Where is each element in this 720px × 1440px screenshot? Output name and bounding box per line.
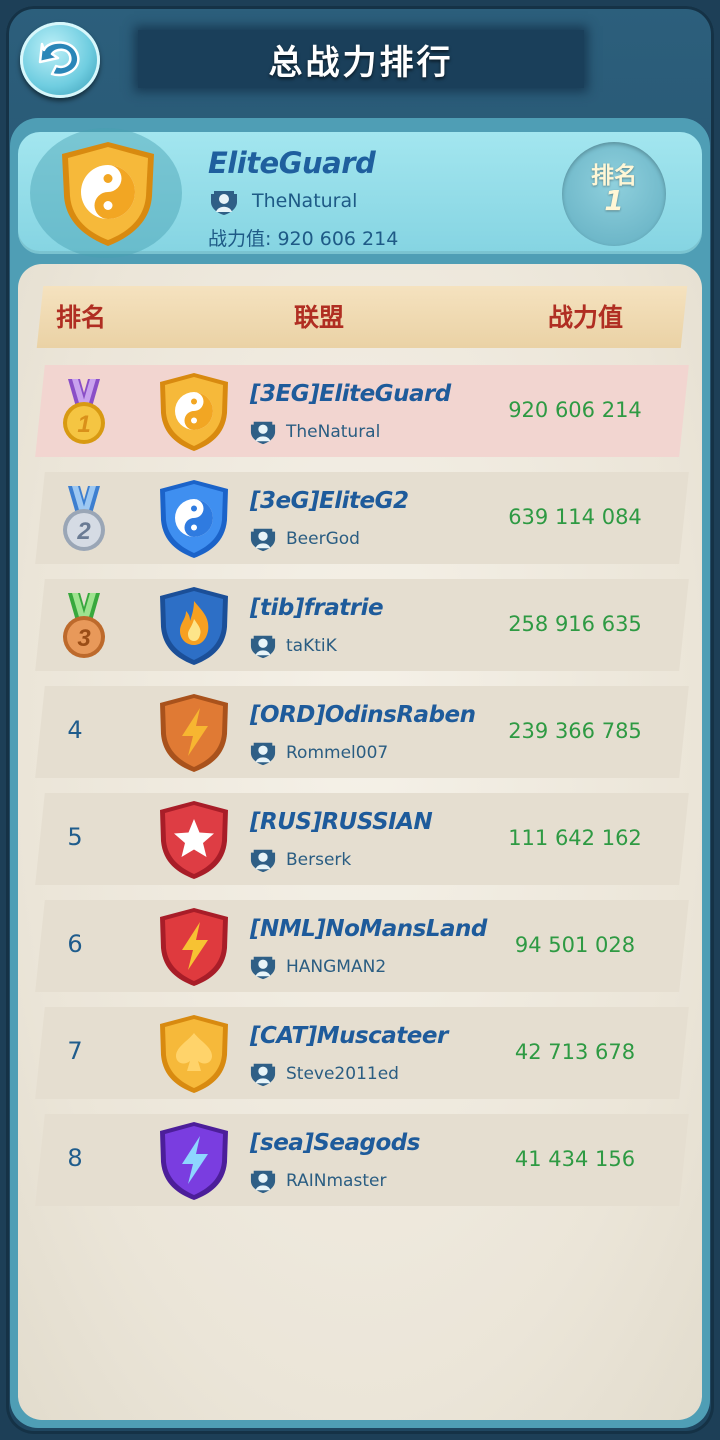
svg-text:1: 1	[77, 411, 90, 438]
lightning-purple-shield-icon	[156, 1120, 232, 1206]
leader-name: RAINmaster	[286, 1171, 387, 1191]
rank-number: 6	[67, 930, 83, 958]
power-value: 920 606 214	[508, 398, 642, 422]
leader-name: TheNatural	[286, 422, 381, 442]
current-alliance-leader: TheNatural	[252, 190, 358, 212]
spade-gold-shield-icon	[156, 1013, 232, 1099]
power-value: 94 501 028	[514, 933, 636, 957]
power-value: 239 366 785	[508, 719, 642, 743]
alliance-name: [sea]Seagods	[250, 1130, 420, 1156]
power-value: 258 916 635	[508, 612, 642, 636]
leader-name: Rommel007	[286, 743, 389, 763]
rank-number: 4	[67, 716, 83, 744]
svg-text:3: 3	[77, 625, 91, 652]
gold-medal-icon: 1	[58, 377, 110, 453]
lightning-orange-shield-icon	[156, 692, 232, 778]
page-title: 总战力排行	[268, 42, 454, 83]
alliance-name: [RUS]RUSSIAN	[250, 809, 433, 835]
back-button[interactable]	[20, 22, 100, 98]
leader-icon	[250, 633, 276, 663]
yin-yang-blue-shield-icon	[156, 478, 232, 564]
leader-name: taKtiK	[286, 636, 337, 656]
power-value: 111 642 162	[508, 826, 642, 850]
alliance-name: [3eG]EliteG2	[250, 488, 409, 514]
leader-icon	[250, 740, 276, 770]
silver-medal-icon: 2	[58, 484, 110, 560]
back-arrow-icon	[38, 41, 80, 77]
leader-icon	[250, 1168, 276, 1198]
column-header-rank: 排名	[56, 303, 107, 332]
leader-name: Berserk	[286, 850, 352, 870]
lightning-red-shield-icon	[156, 906, 232, 992]
rank-number: 7	[67, 1037, 83, 1065]
leader-icon	[250, 1061, 276, 1091]
alliance-name: [CAT]Muscateer	[250, 1023, 448, 1049]
column-header-power: 战力值	[548, 303, 624, 332]
alliance-name: [NML]NoMansLand	[250, 916, 487, 942]
alliance-name: [tib]fratrie	[250, 595, 384, 621]
leader-name: Steve2011ed	[286, 1064, 399, 1084]
leader-icon	[250, 419, 276, 449]
yin-yang-gold-shield-icon	[56, 138, 160, 254]
current-alliance-name: EliteGuard	[208, 146, 376, 180]
leader-icon	[250, 954, 276, 984]
star-red-shield-icon	[156, 799, 232, 885]
rank-badge-value: 1	[604, 184, 624, 217]
rank-number: 8	[67, 1144, 83, 1172]
leader-icon	[250, 526, 276, 556]
power-value: 42 713 678	[514, 1040, 636, 1064]
leader-icon	[250, 847, 276, 877]
current-alliance-power: 战力值: 920 606 214	[208, 228, 399, 250]
power-value: 41 434 156	[514, 1147, 636, 1171]
alliance-name: [ORD]OdinsRaben	[250, 702, 476, 728]
alliance-name: [3EG]EliteGuard	[250, 381, 451, 407]
column-header-alliance: 联盟	[294, 303, 345, 332]
flame-blue-shield-icon	[156, 585, 232, 671]
svg-text:2: 2	[76, 518, 91, 545]
power-value: 639 114 084	[508, 505, 642, 529]
leader-icon	[210, 188, 238, 220]
leader-name: BeerGod	[286, 529, 360, 549]
leader-name: HANGMAN2	[286, 957, 387, 977]
yin-yang-gold-shield-icon	[156, 371, 232, 457]
current-rank-badge: 排名 1	[562, 142, 666, 246]
bronze-medal-icon: 3	[58, 591, 110, 667]
rank-number: 5	[67, 823, 83, 851]
